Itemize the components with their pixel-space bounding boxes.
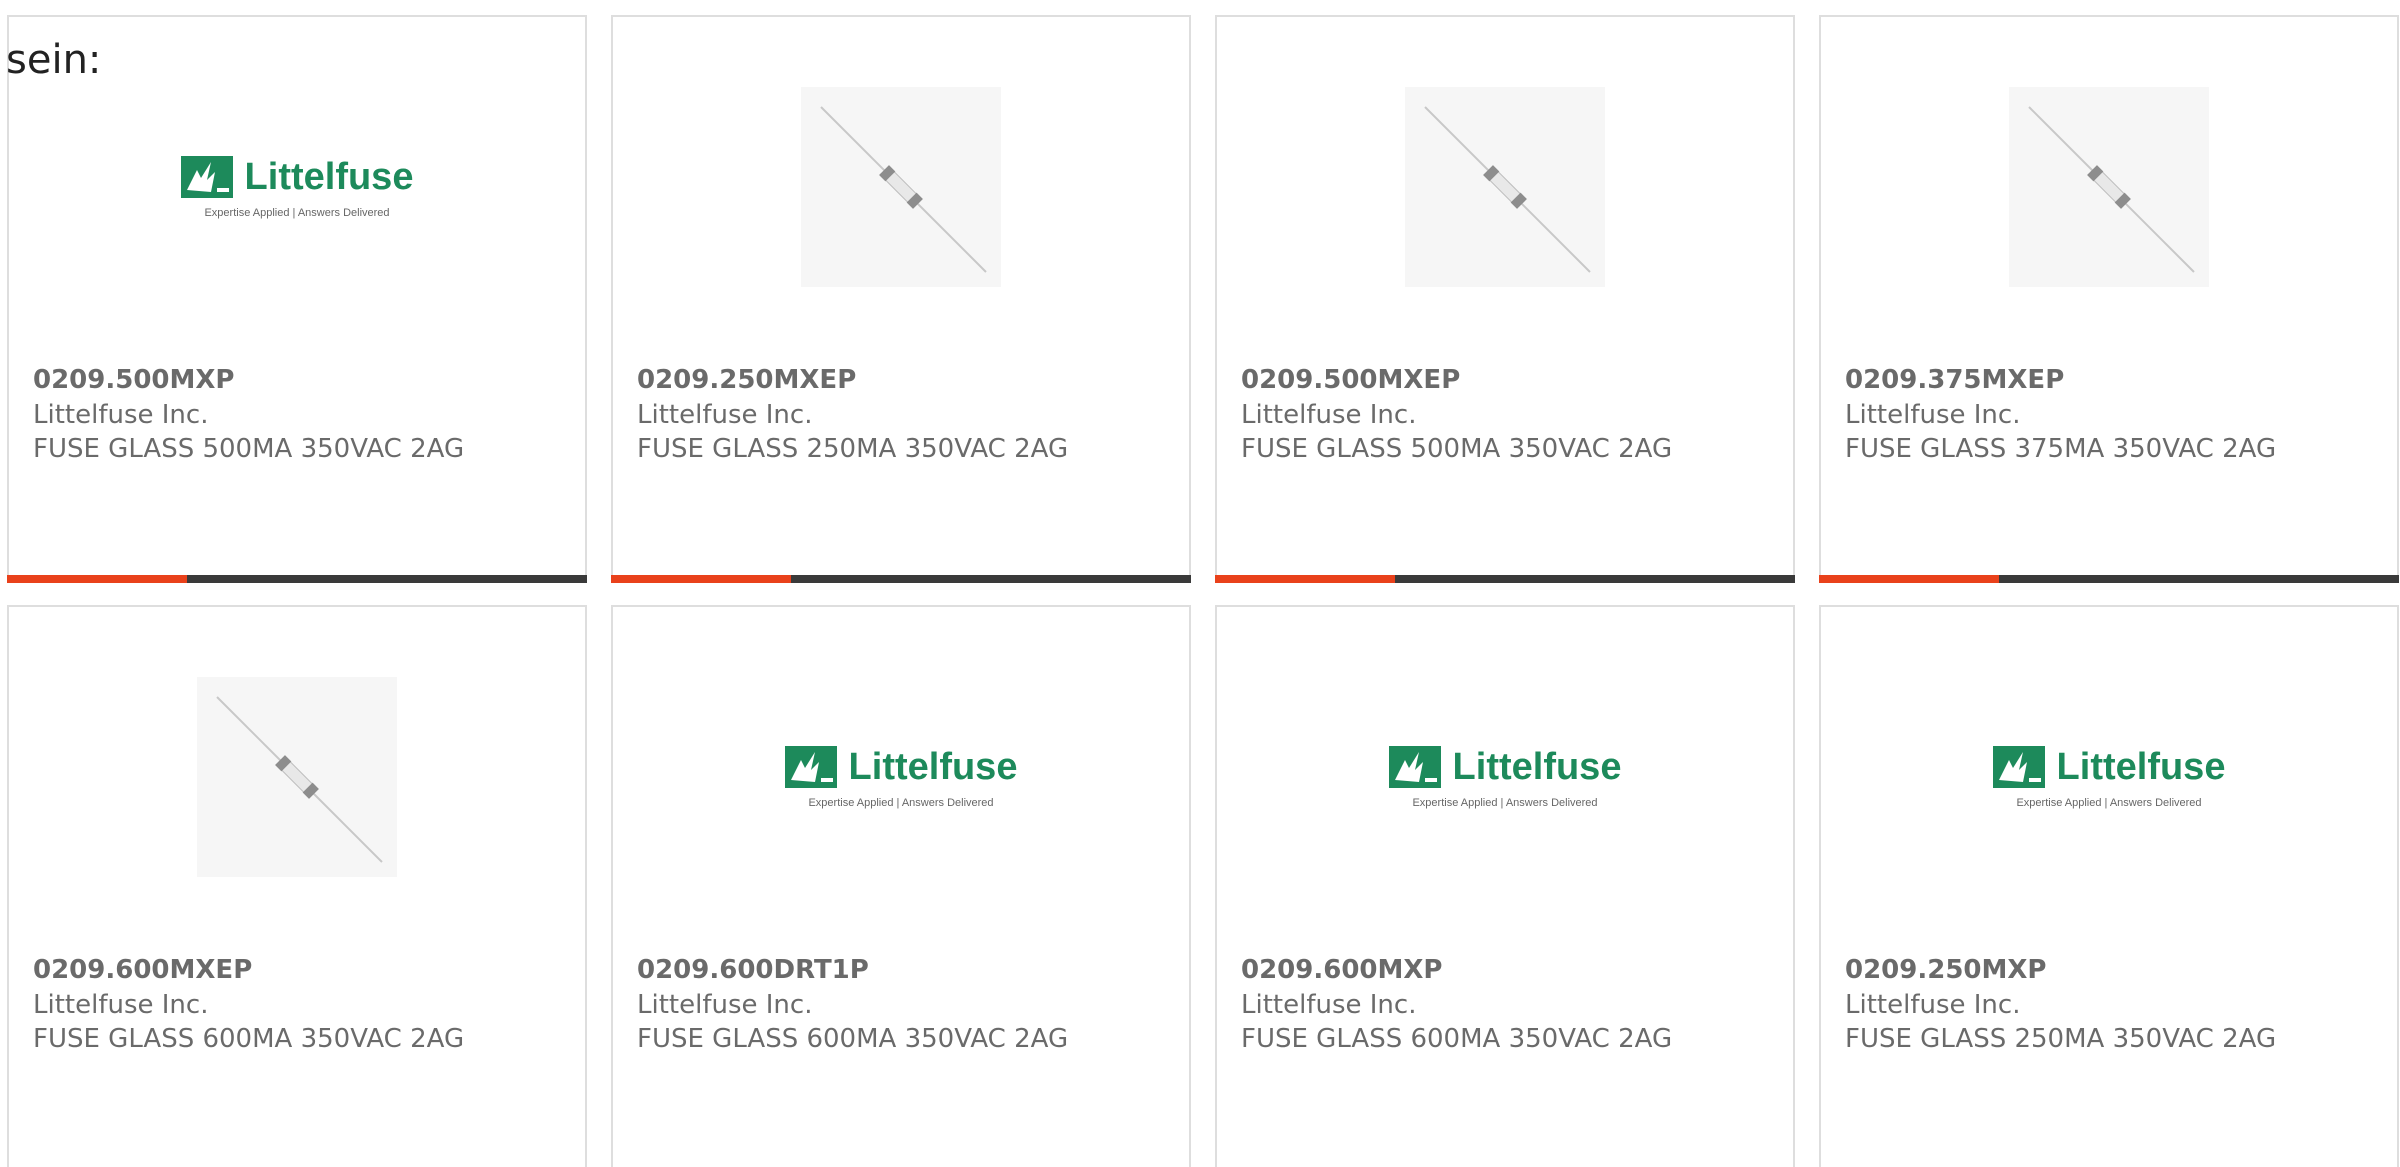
littelfuse-logo: Littelfuse Expertise Applied | Answers De… <box>180 155 414 219</box>
product-card[interactable]: Littelfuse Expertise Applied | Answers De… <box>1215 605 1795 1167</box>
progress-bar-fill <box>1215 575 1395 583</box>
product-description: FUSE GLASS 375MA 350VAC 2AG <box>1845 434 2277 464</box>
product-card[interactable]: Littelfuse Expertise Applied | Answers De… <box>7 15 587 583</box>
progress-bar <box>7 575 587 583</box>
product-image: Littelfuse Expertise Applied | Answers De… <box>1821 677 2397 877</box>
logo-tagline: Expertise Applied | Answers Delivered <box>204 206 390 219</box>
manufacturer: Littelfuse Inc. <box>1845 400 2021 430</box>
logo-wordmark: Littelfuse <box>1452 745 1622 788</box>
logo-tagline: Expertise Applied | Answers Delivered <box>808 796 994 809</box>
product-card[interactable]: Littelfuse Expertise Applied | Answers De… <box>611 605 1191 1167</box>
littelfuse-logo: Littelfuse Expertise Applied | Answers De… <box>1388 745 1622 809</box>
product-image: Littelfuse Expertise Applied | Answers De… <box>9 87 585 287</box>
part-number-link[interactable]: 0209.500MXEP <box>1241 362 1773 398</box>
product-card[interactable]: 0209.500MXEP Littelfuse Inc. FUSE GLASS … <box>1215 15 1795 583</box>
product-description: FUSE GLASS 500MA 350VAC 2AG <box>33 434 465 464</box>
logo-tagline: Expertise Applied | Answers Delivered <box>2016 796 2202 809</box>
manufacturer: Littelfuse Inc. <box>1241 990 1417 1020</box>
littelfuse-mark-icon <box>1388 746 1441 788</box>
product-card[interactable]: 0209.600MXEP Littelfuse Inc. FUSE GLASS … <box>7 605 587 1167</box>
littelfuse-mark-icon <box>180 156 233 198</box>
fuse-photo-icon <box>197 677 397 877</box>
product-image: Littelfuse Expertise Applied | Answers De… <box>613 677 1189 877</box>
lead-text: sein: <box>6 37 102 83</box>
logo-wordmark: Littelfuse <box>848 745 1018 788</box>
manufacturer: Littelfuse Inc. <box>33 400 209 430</box>
product-card[interactable]: 0209.375MXEP Littelfuse Inc. FUSE GLASS … <box>1819 15 2399 583</box>
product-description: FUSE GLASS 600MA 350VAC 2AG <box>33 1024 465 1054</box>
product-image <box>613 87 1189 287</box>
part-number-link[interactable]: 0209.250MXP <box>1845 952 2377 988</box>
littelfuse-logo: Littelfuse Expertise Applied | Answers De… <box>784 745 1018 809</box>
fuse-photo-icon <box>1405 87 1605 287</box>
product-description: FUSE GLASS 250MA 350VAC 2AG <box>1845 1024 2277 1054</box>
logo-wordmark: Littelfuse <box>244 155 414 198</box>
progress-bar <box>611 575 1191 583</box>
logo-wordmark: Littelfuse <box>2056 745 2226 788</box>
part-number-link[interactable]: 0209.600DRT1P <box>637 952 1169 988</box>
progress-bar-fill <box>611 575 791 583</box>
part-number-link[interactable]: 0209.600MXEP <box>33 952 565 988</box>
product-image <box>1217 87 1793 287</box>
progress-bar-fill <box>1819 575 1999 583</box>
product-description: FUSE GLASS 250MA 350VAC 2AG <box>637 434 1069 464</box>
product-description: FUSE GLASS 600MA 350VAC 2AG <box>1241 1024 1673 1054</box>
logo-tagline: Expertise Applied | Answers Delivered <box>1412 796 1598 809</box>
littelfuse-mark-icon <box>784 746 837 788</box>
manufacturer: Littelfuse Inc. <box>1845 990 2021 1020</box>
fuse-photo-icon <box>2009 87 2209 287</box>
part-number-link[interactable]: 0209.375MXEP <box>1845 362 2377 398</box>
progress-bar-fill <box>7 575 187 583</box>
progress-bar <box>1215 575 1795 583</box>
fuse-photo-icon <box>801 87 1001 287</box>
manufacturer: Littelfuse Inc. <box>637 990 813 1020</box>
product-image <box>9 677 585 877</box>
part-number-link[interactable]: 0209.500MXP <box>33 362 565 398</box>
part-number-link[interactable]: 0209.600MXP <box>1241 952 1773 988</box>
progress-bar <box>1819 575 2399 583</box>
manufacturer: Littelfuse Inc. <box>33 990 209 1020</box>
manufacturer: Littelfuse Inc. <box>1241 400 1417 430</box>
product-image: Littelfuse Expertise Applied | Answers De… <box>1217 677 1793 877</box>
product-description: FUSE GLASS 600MA 350VAC 2AG <box>637 1024 1069 1054</box>
product-grid: Littelfuse Expertise Applied | Answers De… <box>7 15 2400 1167</box>
manufacturer: Littelfuse Inc. <box>637 400 813 430</box>
product-card[interactable]: 0209.250MXEP Littelfuse Inc. FUSE GLASS … <box>611 15 1191 583</box>
product-description: FUSE GLASS 500MA 350VAC 2AG <box>1241 434 1673 464</box>
product-image <box>1821 87 2397 287</box>
product-grid-page: sein: Littelfuse Expertise Applied | Answ… <box>0 0 2400 1167</box>
part-number-link[interactable]: 0209.250MXEP <box>637 362 1169 398</box>
littelfuse-logo: Littelfuse Expertise Applied | Answers De… <box>1992 745 2226 809</box>
littelfuse-mark-icon <box>1992 746 2045 788</box>
product-card[interactable]: Littelfuse Expertise Applied | Answers De… <box>1819 605 2399 1167</box>
